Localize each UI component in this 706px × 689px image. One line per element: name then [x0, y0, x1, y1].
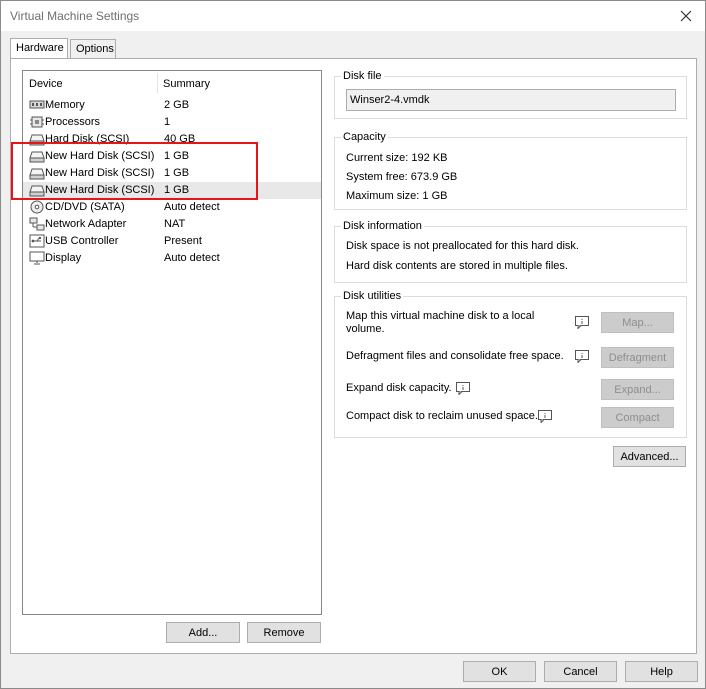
help-button[interactable]: Help — [625, 661, 698, 682]
close-button[interactable] — [673, 4, 699, 28]
device-row-network-adapter[interactable]: Network Adapter NAT — [23, 216, 321, 233]
device-row-processors[interactable]: Processors 1 — [23, 114, 321, 131]
expand-description: Expand disk capacity. — [346, 382, 452, 394]
device-row-cd-dvd[interactable]: CD/DVD (SATA) Auto detect — [23, 199, 321, 216]
device-summary: NAT — [164, 218, 186, 230]
capacity-group: Capacity Current size: 192 KB System fre… — [334, 131, 687, 210]
advanced-button[interactable]: Advanced... — [613, 446, 686, 467]
device-summary: 2 GB — [164, 99, 190, 111]
remove-button[interactable]: Remove — [247, 622, 321, 643]
memory-icon — [29, 100, 45, 109]
device-row-hard-disk[interactable]: Hard Disk (SCSI) 40 GB — [23, 131, 321, 148]
disk-information-group: Disk information Disk space is not preal… — [334, 220, 687, 283]
tab-hardware[interactable]: Hardware — [10, 38, 68, 59]
device-row-memory[interactable]: Memory 2 GB — [23, 97, 321, 114]
device-name: New Hard Disk (SCSI) — [45, 184, 155, 196]
device-row-display[interactable]: Display Auto detect — [23, 250, 321, 267]
expand-button[interactable]: Expand... — [601, 379, 674, 400]
hardware-panel: Device Summary Memory 2 GB Processors 1 … — [10, 58, 697, 654]
info-icon[interactable] — [575, 316, 589, 329]
device-name: New Hard Disk (SCSI) — [45, 150, 155, 162]
device-row-new-hard-disk-1[interactable]: New Hard Disk (SCSI) 1 GB — [23, 148, 321, 165]
disk-utilities-title: Disk utilities — [341, 290, 404, 302]
defragment-description: Defragment files and consolidate free sp… — [346, 350, 564, 362]
title-bar: Virtual Machine Settings — [1, 1, 705, 31]
device-list-header: Device Summary — [23, 71, 321, 95]
device-summary: Present — [164, 235, 202, 247]
device-list[interactable]: Device Summary Memory 2 GB Processors 1 … — [22, 70, 322, 615]
disk-file-group: Disk file Winser2-4.vmdk — [334, 70, 687, 119]
disk-utilities-group: Disk utilities Map this virtual machine … — [334, 290, 687, 438]
map-description: Map this virtual machine disk to a local… — [346, 310, 535, 335]
disk-information-title: Disk information — [341, 220, 424, 232]
window-title: Virtual Machine Settings — [10, 9, 140, 23]
usb-controller-icon — [29, 234, 45, 248]
ok-button[interactable]: OK — [463, 661, 536, 682]
capacity-title: Capacity — [341, 131, 388, 143]
column-header-summary[interactable]: Summary — [163, 78, 210, 90]
defragment-button[interactable]: Defragment — [601, 347, 674, 368]
cancel-button[interactable]: Cancel — [544, 661, 617, 682]
device-name: Hard Disk (SCSI) — [45, 133, 130, 145]
cd-dvd-icon — [30, 200, 44, 214]
device-row-new-hard-disk-3[interactable]: New Hard Disk (SCSI) 1 GB — [23, 182, 321, 199]
device-name: CD/DVD (SATA) — [45, 201, 125, 213]
disk-file-field[interactable]: Winser2-4.vmdk — [346, 89, 676, 111]
system-free-text: System free: 673.9 GB — [346, 171, 458, 183]
multiple-files-text: Hard disk contents are stored in multipl… — [346, 260, 568, 272]
info-icon[interactable] — [538, 410, 552, 423]
disk-file-title: Disk file — [341, 70, 384, 82]
tab-options[interactable]: Options — [70, 39, 116, 59]
device-summary: 1 GB — [164, 184, 190, 196]
device-name: Processors — [45, 116, 101, 128]
compact-description: Compact disk to reclaim unused space. — [346, 410, 538, 422]
vm-settings-window: Virtual Machine Settings Hardware Option… — [0, 0, 706, 689]
info-icon[interactable] — [575, 350, 589, 363]
close-icon — [680, 10, 692, 22]
compact-button[interactable]: Compact — [601, 407, 674, 428]
add-button[interactable]: Add... — [166, 622, 240, 643]
device-row-usb-controller[interactable]: USB Controller Present — [23, 233, 321, 250]
map-button[interactable]: Map... — [601, 312, 674, 333]
hard-disk-icon — [29, 151, 45, 163]
device-name: Network Adapter — [45, 218, 127, 230]
hard-disk-icon — [29, 168, 45, 180]
device-row-new-hard-disk-2[interactable]: New Hard Disk (SCSI) 1 GB — [23, 165, 321, 182]
device-summary: 1 GB — [164, 167, 190, 179]
hard-disk-icon — [29, 185, 45, 197]
maximum-size-text: Maximum size: 1 GB — [346, 190, 448, 202]
column-header-device[interactable]: Device — [29, 78, 63, 90]
network-adapter-icon — [29, 217, 45, 231]
device-summary: Auto detect — [164, 201, 220, 213]
device-summary: 1 — [164, 116, 171, 128]
processor-icon — [30, 116, 44, 128]
device-summary: 1 GB — [164, 150, 190, 162]
current-size-text: Current size: 192 KB — [346, 152, 448, 164]
device-name: New Hard Disk (SCSI) — [45, 167, 155, 179]
device-summary: Auto detect — [164, 252, 220, 264]
device-summary: 40 GB — [164, 133, 196, 145]
preallocation-text: Disk space is not preallocated for this … — [346, 240, 579, 252]
device-name: USB Controller — [45, 235, 119, 247]
device-name: Memory — [45, 99, 85, 111]
column-divider — [157, 73, 158, 93]
info-icon[interactable] — [456, 382, 470, 395]
hard-disk-icon — [29, 134, 45, 146]
device-name: Display — [45, 252, 82, 264]
display-icon — [29, 251, 45, 265]
